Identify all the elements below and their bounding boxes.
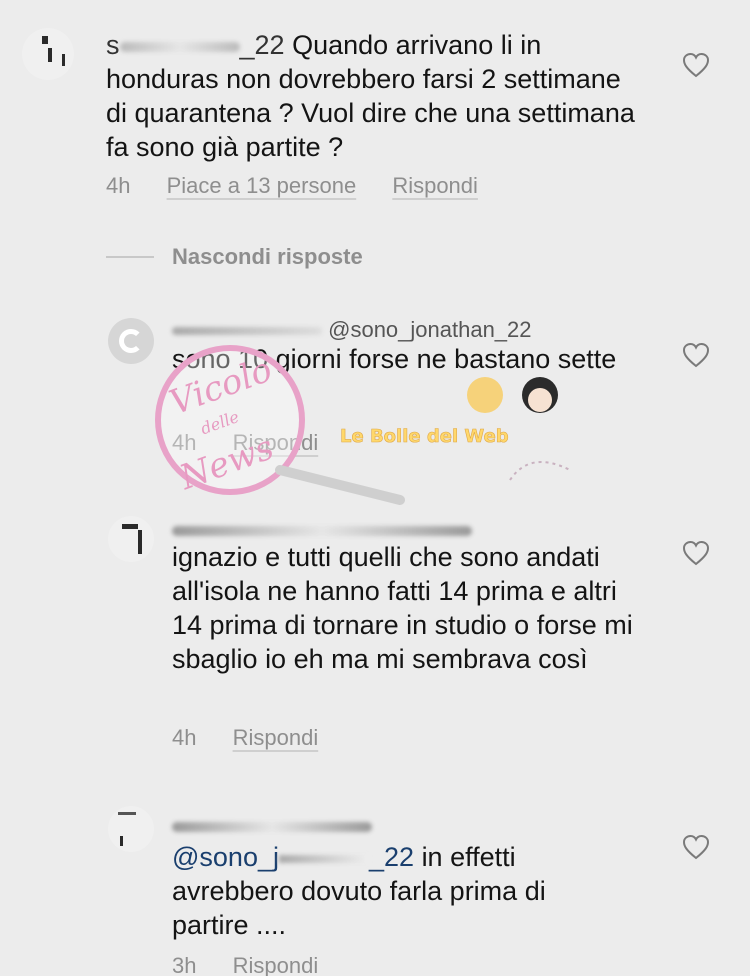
comment-body: s _22 Quando arrivano li in honduras non … xyxy=(106,28,646,164)
heart-icon[interactable] xyxy=(682,834,710,860)
comment-meta: 4h Rispondi xyxy=(172,430,318,456)
divider xyxy=(106,256,154,258)
avatar[interactable] xyxy=(22,28,74,80)
avatar[interactable] xyxy=(108,516,154,562)
hide-replies-toggle[interactable]: Nascondi risposte xyxy=(106,244,363,270)
heart-icon[interactable] xyxy=(682,540,710,566)
heart-icon[interactable] xyxy=(682,52,710,78)
blurred-username xyxy=(119,41,240,52)
timestamp: 4h xyxy=(106,173,131,198)
comment-text: sono 10 giorni forse ne bastano sette xyxy=(172,344,617,374)
reply-button[interactable]: Rispondi xyxy=(392,173,478,198)
svg-text:Le Bolle del Web: Le Bolle del Web xyxy=(340,426,509,447)
avatar[interactable] xyxy=(108,318,154,364)
reply-button[interactable]: Rispondi xyxy=(233,430,319,455)
username[interactable]: s _22 xyxy=(106,30,285,60)
mention-link[interactable]: @sono_j _22 xyxy=(172,842,414,872)
likes-link[interactable]: Piace a 13 persone xyxy=(167,173,357,198)
comment-body: @sono_jonathan_22 sono 10 giorni forse n… xyxy=(172,318,622,376)
hide-replies-label: Nascondi risposte xyxy=(172,244,363,269)
blurred-username[interactable] xyxy=(172,510,642,540)
reply-button[interactable]: Rispondi xyxy=(233,725,319,750)
avatar[interactable] xyxy=(108,806,154,852)
timestamp: 3h xyxy=(172,953,197,976)
comment-meta: 4h Piace a 13 persone Rispondi xyxy=(106,173,478,199)
timestamp: 4h xyxy=(172,725,197,750)
heart-icon[interactable] xyxy=(682,342,710,368)
comment-body: @sono_j _22 in effetti avrebbero dovuto f… xyxy=(172,806,622,942)
comment-text: ignazio e tutti quelli che sono andati a… xyxy=(172,542,633,674)
comment-meta: 3h Rispondi xyxy=(172,953,318,976)
timestamp: 4h xyxy=(172,430,197,455)
comment-body: ignazio e tutti quelli che sono andati a… xyxy=(172,510,642,676)
blurred-username[interactable] xyxy=(172,806,622,840)
comment-meta: 4h Rispondi xyxy=(172,725,318,751)
reply-button[interactable]: Rispondi xyxy=(233,953,319,976)
mention-line[interactable]: @sono_jonathan_22 xyxy=(172,318,622,342)
